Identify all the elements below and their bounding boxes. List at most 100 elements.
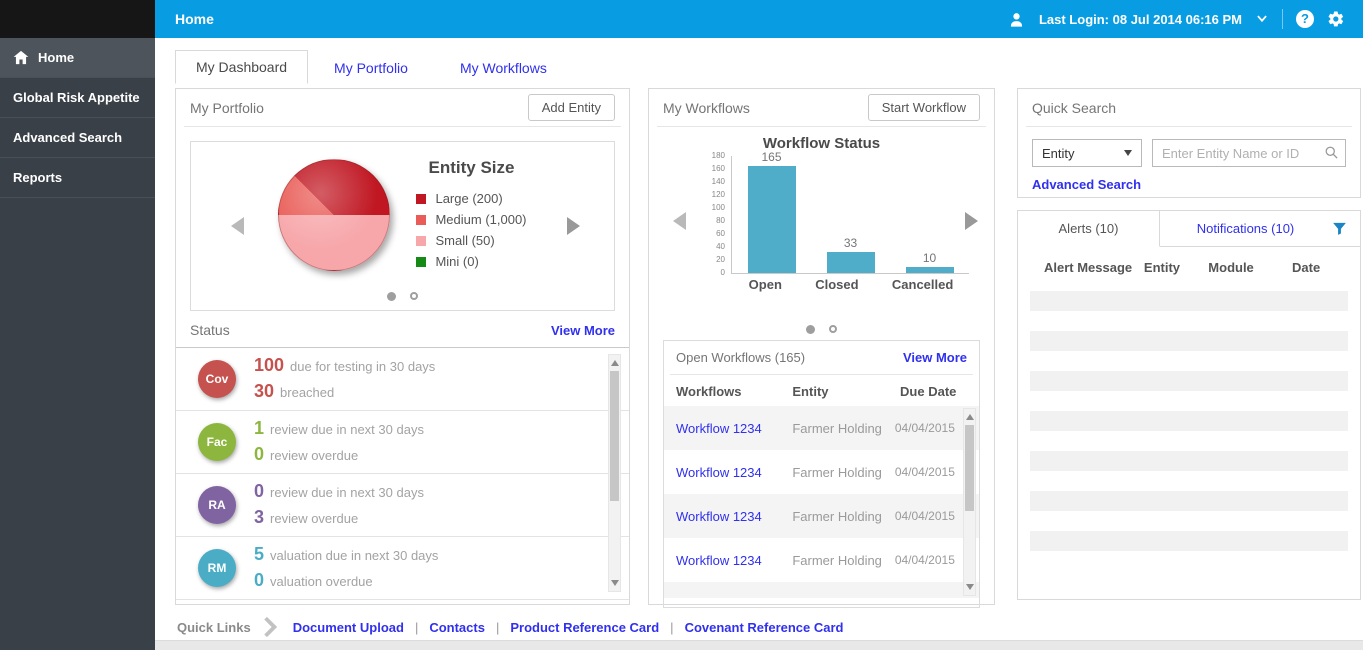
- status-scrollbar[interactable]: [608, 354, 621, 592]
- top-bar: Home Last Login: 08 Jul 2014 06:16 PM ?: [0, 0, 1363, 38]
- add-entity-button[interactable]: Add Entity: [528, 94, 615, 121]
- status-value: 30: [254, 381, 274, 401]
- chevron-down-icon[interactable]: [1255, 13, 1269, 25]
- carousel-dot-active[interactable]: [387, 292, 396, 301]
- alert-row-placeholder: [1030, 491, 1348, 511]
- bar-column: 10: [906, 251, 954, 274]
- workflow-link[interactable]: Workflow 1234: [676, 553, 792, 568]
- status-value: 1: [254, 418, 264, 438]
- start-workflow-button[interactable]: Start Workflow: [868, 94, 980, 121]
- gear-icon[interactable]: [1327, 10, 1345, 28]
- sidebar-item-reports[interactable]: Reports: [0, 158, 155, 198]
- y-tick-label: 60: [716, 229, 725, 238]
- workflow-link[interactable]: Workflow 1234: [676, 465, 792, 480]
- workflow-link[interactable]: Workflow 1234: [676, 509, 792, 524]
- legend-swatch: [416, 257, 426, 267]
- workflow-link[interactable]: Workflow 1234: [676, 597, 792, 599]
- quick-search-panel: Quick Search Entity Advanced Search: [1017, 88, 1361, 198]
- carousel-dot[interactable]: [410, 292, 418, 300]
- scroll-down-icon[interactable]: [966, 584, 974, 590]
- quick-links-label: Quick Links: [177, 620, 251, 635]
- search-type-select[interactable]: Entity: [1032, 139, 1142, 167]
- workflow-entity: Farmer Holding: [792, 553, 894, 568]
- tab-alerts[interactable]: Alerts (10): [1018, 211, 1160, 247]
- scroll-up-icon[interactable]: [966, 414, 974, 420]
- sidebar-item-global-risk-appetite[interactable]: Global Risk Appetite: [0, 78, 155, 118]
- status-view-more-link[interactable]: View More: [551, 323, 615, 338]
- legend-item-mini: Mini (0): [416, 254, 526, 269]
- sidebar-item-label: Reports: [13, 170, 62, 185]
- page-title: Home: [155, 11, 214, 27]
- workflows-scrollbar[interactable]: [963, 408, 976, 596]
- search-icon[interactable]: [1324, 145, 1339, 163]
- help-icon[interactable]: ?: [1296, 10, 1314, 28]
- bar-category-label: Open: [749, 274, 782, 292]
- column-header-alert-message: Alert Message: [1028, 260, 1144, 275]
- filter-icon[interactable]: [1331, 211, 1360, 246]
- my-portfolio-panel: My Portfolio Add Entity Entity Size Larg…: [175, 88, 630, 605]
- my-workflows-panel: My Workflows Start Workflow Workflow Sta…: [648, 88, 995, 605]
- scrollbar-thumb[interactable]: [965, 425, 974, 511]
- y-tick-label: 180: [712, 151, 725, 160]
- tab-my-dashboard[interactable]: My Dashboard: [175, 50, 308, 84]
- main-content: My Dashboard My Portfolio My Workflows M…: [155, 38, 1363, 650]
- legend-item-large: Large (200): [416, 191, 526, 206]
- bar-value-label: 10: [923, 251, 936, 265]
- workflow-link[interactable]: Workflow 1234: [676, 421, 792, 436]
- sidebar-item-label: Global Risk Appetite: [13, 90, 140, 105]
- workflow-due-date: 04/04/2015: [895, 553, 953, 567]
- pipe-separator: |: [670, 620, 673, 635]
- table-row: Workflow 1234Farmer Holding04/04/2015: [664, 582, 979, 598]
- carousel-dot[interactable]: [829, 325, 837, 333]
- alerts-table-header: Alert Message Entity Module Date: [1018, 247, 1360, 285]
- column-header-due-date: Due Date: [900, 384, 967, 399]
- status-badge: Fac: [198, 423, 236, 461]
- quick-link-product-reference-card[interactable]: Product Reference Card: [510, 620, 659, 635]
- status-text: breached: [280, 385, 334, 400]
- scroll-up-icon[interactable]: [611, 360, 619, 366]
- topbar-divider: [1282, 9, 1283, 29]
- quick-link-contacts[interactable]: Contacts: [429, 620, 485, 635]
- quick-link-document-upload[interactable]: Document Upload: [293, 620, 404, 635]
- bar-category-label: Cancelled: [892, 274, 953, 292]
- quick-link-covenant-reference-card[interactable]: Covenant Reference Card: [685, 620, 844, 635]
- carousel-prev-icon[interactable]: [673, 212, 686, 230]
- scroll-down-icon[interactable]: [611, 580, 619, 586]
- chart-title: Workflow Status: [649, 127, 994, 152]
- y-tick-label: 160: [712, 164, 725, 173]
- status-list: Cov 100due for testing in 30 days 30brea…: [176, 347, 629, 600]
- selected-option: Entity: [1042, 146, 1075, 161]
- alert-row-placeholder: [1030, 331, 1348, 351]
- open-workflows-table-header: Workflows Entity Due Date: [664, 375, 979, 406]
- status-value: 5: [254, 544, 264, 564]
- tab-notifications[interactable]: Notifications (10): [1160, 211, 1331, 246]
- portfolio-header: My Portfolio Add Entity: [176, 89, 629, 126]
- carousel-prev-icon[interactable]: [231, 217, 244, 235]
- sidebar-item-advanced-search[interactable]: Advanced Search: [0, 118, 155, 158]
- open-workflows-header: Open Workflows (165) View More: [664, 341, 979, 374]
- user-icon[interactable]: [1007, 10, 1026, 29]
- carousel-dots: [649, 325, 994, 334]
- tab-my-portfolio[interactable]: My Portfolio: [308, 52, 434, 84]
- carousel-next-icon[interactable]: [567, 217, 580, 235]
- open-workflows-rows: Workflow 1234Farmer Holding04/04/2015Wor…: [664, 406, 979, 598]
- workflows-view-more-link[interactable]: View More: [903, 350, 967, 365]
- status-header: Status View More: [176, 311, 629, 347]
- alerts-rows: [1018, 285, 1360, 551]
- workflow-status-carousel: Workflow Status 020406080100120140160180…: [649, 127, 994, 315]
- search-input-wrap: [1152, 139, 1346, 167]
- status-value: 0: [254, 444, 264, 464]
- carousel-dots: [191, 292, 614, 301]
- workflow-status-plot: 1653310: [731, 156, 969, 274]
- sidebar-item-home[interactable]: Home: [0, 38, 155, 78]
- bar-column: 33: [827, 236, 875, 273]
- search-input[interactable]: [1152, 139, 1346, 167]
- topbar-right: Last Login: 08 Jul 2014 06:16 PM ?: [1007, 9, 1363, 29]
- carousel-dot-active[interactable]: [806, 325, 815, 334]
- advanced-search-link[interactable]: Advanced Search: [1032, 177, 1141, 192]
- alerts-tabs: Alerts (10) Notifications (10): [1018, 211, 1360, 247]
- scrollbar-thumb[interactable]: [610, 371, 619, 501]
- tab-my-workflows[interactable]: My Workflows: [434, 52, 573, 84]
- workflow-status-yaxis: 020406080100120140160180: [703, 156, 731, 274]
- y-tick-label: 80: [716, 216, 725, 225]
